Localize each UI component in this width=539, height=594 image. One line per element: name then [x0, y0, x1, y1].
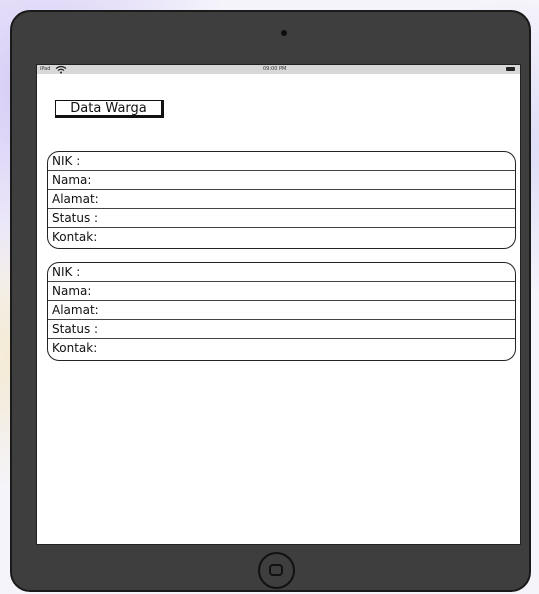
status-bar: iPad 09:00 PM: [37, 65, 520, 74]
field-nama: Nama:: [48, 282, 515, 301]
field-nama: Nama:: [48, 171, 515, 190]
field-nik: NIK :: [48, 263, 515, 282]
battery-icon: [506, 67, 515, 71]
field-nik: NIK :: [48, 152, 515, 171]
home-square-icon: [269, 564, 283, 576]
data-warga-button[interactable]: Data Warga: [55, 100, 164, 118]
screen: iPad 09:00 PM Data Warga NIK : Nama: Ala…: [36, 64, 521, 545]
field-kontak: Kontak:: [52, 341, 98, 355]
warga-card[interactable]: NIK : Nama: Alamat: Status : Kontak:: [47, 262, 516, 361]
carrier-label: iPad: [40, 66, 51, 72]
camera-icon: [281, 30, 287, 36]
field-alamat: Alamat:: [48, 190, 515, 209]
field-kontak: Kontak:: [52, 230, 98, 244]
wifi-icon: [55, 65, 67, 74]
field-alamat: Alamat:: [48, 301, 515, 320]
clock-label: 09:00 PM: [263, 66, 287, 72]
field-status: Status :: [48, 320, 515, 339]
warga-card[interactable]: NIK : Nama: Alamat: Status : Kontak:: [47, 151, 516, 249]
field-status: Status :: [48, 209, 515, 228]
home-button-icon[interactable]: [258, 552, 295, 589]
